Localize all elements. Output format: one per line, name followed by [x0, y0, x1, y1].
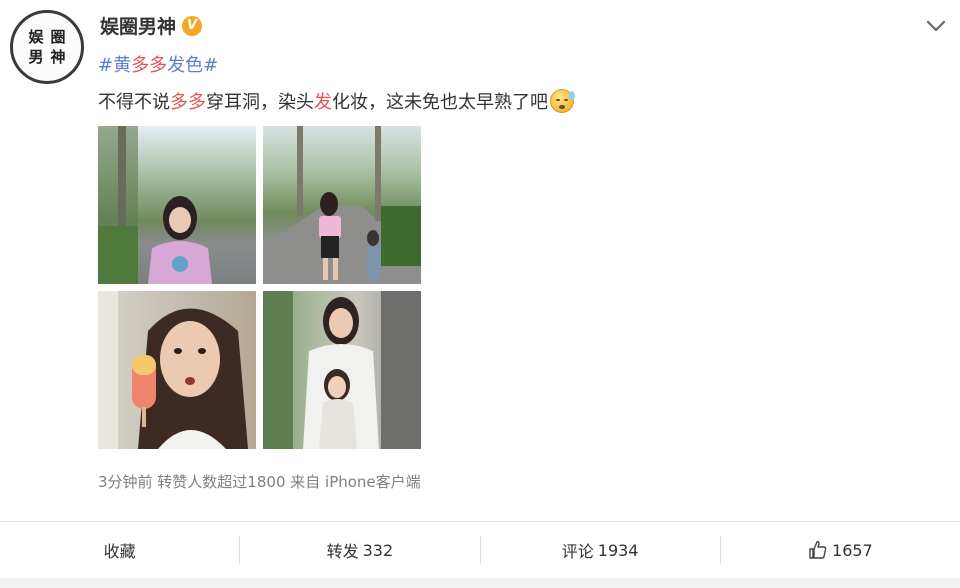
photo-illustration: [263, 291, 421, 449]
comment-count: 1934: [597, 540, 639, 560]
comment-button[interactable]: 评论 1934: [481, 538, 720, 562]
content-text: 化妆，这未免也太早熟了吧: [332, 92, 548, 113]
like-button[interactable]: 1657: [721, 540, 960, 560]
chevron-down-icon[interactable]: [924, 14, 948, 38]
avatar-char: 男: [28, 47, 44, 66]
topic-text: 黄: [113, 55, 132, 76]
like-count: 1657: [832, 540, 873, 560]
favorite-label: 收藏: [103, 542, 136, 561]
post-meta: 3分钟前 转赞人数超过1800 来自 iPhone客户端: [98, 473, 421, 491]
repost-label: 转发: [326, 542, 359, 561]
topic-hash: #: [98, 55, 114, 76]
avatar[interactable]: 娱 圈 男 神: [10, 10, 84, 84]
verified-badge-icon: V: [182, 15, 203, 36]
topic-link[interactable]: #黄多多发色#: [98, 51, 218, 77]
footer-strip: [0, 578, 960, 588]
photo-girl-street[interactable]: [98, 126, 256, 284]
photo-illustration: [98, 291, 248, 449]
photo-illustration: [98, 126, 212, 284]
post-content: 不得不说 多多 穿耳洞，染头发化妆，这未免也太早熟了吧: [98, 88, 575, 114]
avatar-char: 娱: [28, 27, 44, 46]
username[interactable]: 娱圈男神 V: [100, 12, 203, 39]
username-text[interactable]: 娱圈男神: [100, 12, 176, 39]
repost-button[interactable]: 转发 332: [240, 538, 479, 562]
content-highlight: 多多: [170, 92, 206, 113]
favorite-button[interactable]: 收藏: [0, 538, 239, 562]
thumbs-up-icon: [809, 541, 827, 559]
topic-highlight: 多多: [131, 55, 168, 76]
avatar-char: 神: [50, 47, 66, 66]
content-highlight: 发: [314, 92, 332, 113]
topic-text: 发色: [167, 55, 204, 76]
photo-illustration: [263, 126, 421, 284]
photo-walking-street[interactable]: [263, 126, 421, 284]
action-bar: 收藏 转发 332 评论 1934 1657: [0, 522, 960, 578]
repost-count: 332: [362, 540, 394, 560]
content-text: 穿耳洞，染头: [206, 92, 314, 113]
sweat-smile-emoji-icon: [550, 89, 575, 113]
topic-hash: #: [203, 55, 219, 76]
avatar-char: 圈: [50, 27, 66, 46]
photo-mother-daughter[interactable]: [263, 291, 421, 449]
photo-grid: [98, 126, 421, 449]
comment-label: 评论: [561, 542, 594, 561]
content-text: 不得不说: [98, 92, 170, 113]
photo-girl-icecream[interactable]: [98, 291, 256, 449]
